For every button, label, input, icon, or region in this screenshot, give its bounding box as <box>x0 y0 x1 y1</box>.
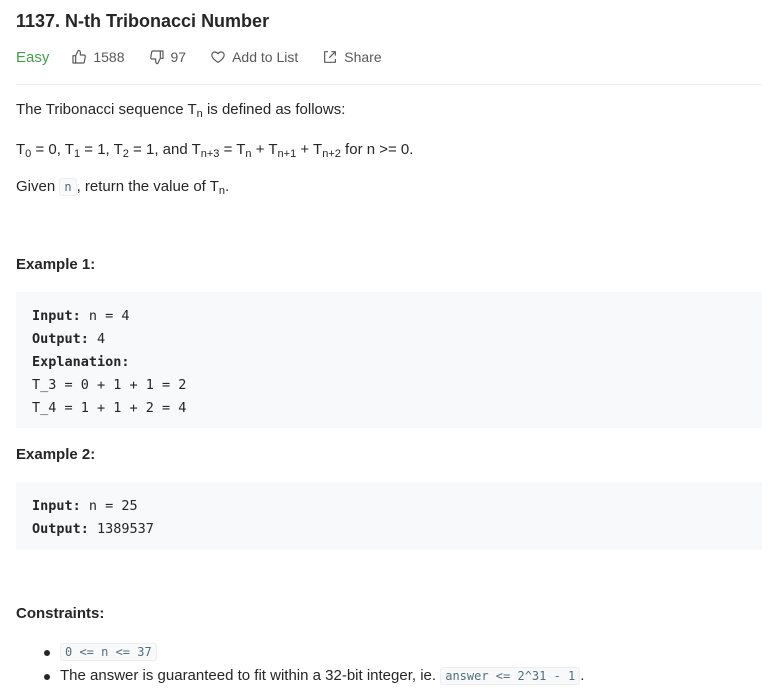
example-output-line: Output: 4 <box>32 328 746 351</box>
like-count: 1588 <box>93 49 125 65</box>
example-1-block: Input: n = 4 Output: 4 Explanation: T_3 … <box>16 292 762 428</box>
dislike-count: 97 <box>170 49 187 65</box>
output-value: 1389537 <box>88 521 154 537</box>
def-subscript: n+2 <box>322 148 341 160</box>
def-text: = 0, T <box>31 141 74 158</box>
problem-meta-bar: Easy 1588 97 Add to List Share <box>16 47 406 67</box>
explanation-line: T_3 = 0 + 1 + 1 = 2 <box>32 377 187 393</box>
example-input-line: Input: n = 25 <box>32 495 746 518</box>
def-subscript: n+3 <box>200 148 220 160</box>
def-text: T <box>16 141 26 158</box>
explanation-line: T_4 = 1 + 1 + 2 = 4 <box>32 400 187 416</box>
output-label: Output: <box>32 331 89 347</box>
explanation-label: Explanation: <box>32 354 130 370</box>
problem-description: 1137. N-th Tribonacci Number Easy 1588 9… <box>0 0 784 698</box>
share-label: Share <box>344 49 382 65</box>
constraint-text: . <box>580 667 585 684</box>
constraints-list: 0 <= n <= 37 The answer is guaranteed to… <box>16 640 584 688</box>
output-value: 4 <box>88 331 106 347</box>
given-text: , return the value of T <box>76 178 219 195</box>
add-to-list-label: Add to List <box>232 49 299 65</box>
heart-icon <box>211 51 225 63</box>
inline-code: answer <= 2^31 - 1 <box>440 667 581 685</box>
example-2-heading: Example 2: <box>16 446 96 463</box>
constraint-text: The answer is guaranteed to fit within a… <box>60 667 441 684</box>
difficulty-badge: Easy <box>16 48 50 66</box>
input-value: n = 25 <box>80 498 138 514</box>
def-text: = T <box>219 141 246 158</box>
example-explanation-line: Explanation: <box>32 351 746 374</box>
definition-paragraph: T0 = 0, T1 = 1, T2 = 1, and Tn+3 = Tn + … <box>16 141 413 160</box>
def-text: = 1, T <box>80 141 123 158</box>
example-1-heading: Example 1: <box>16 256 96 273</box>
constraints-heading: Constraints: <box>16 605 105 622</box>
like-button[interactable]: 1588 <box>71 49 125 65</box>
def-text: = 1, and T <box>128 141 201 158</box>
def-text: + T <box>251 141 278 158</box>
def-subscript: n+1 <box>277 148 297 160</box>
thumbs-up-icon <box>72 49 87 64</box>
problem-title: 1137. N-th Tribonacci Number <box>16 11 270 31</box>
intro-paragraph: The Tribonacci sequence Tn is defined as… <box>16 101 345 120</box>
given-text: . <box>225 178 230 195</box>
add-to-list-button[interactable]: Add to List <box>210 49 298 65</box>
constraint-item: 0 <= n <= 37 <box>16 640 584 664</box>
input-label: Input: <box>32 308 81 324</box>
inline-code: 0 <= n <= 37 <box>60 643 157 661</box>
share-button[interactable]: Share <box>322 49 382 65</box>
example-output-line: Output: 1389537 <box>32 518 746 541</box>
inline-code: n <box>59 178 77 196</box>
intro-text: The Tribonacci sequence T <box>16 101 197 118</box>
input-value: n = 4 <box>80 308 130 324</box>
header-divider <box>16 84 762 85</box>
def-text: + T <box>296 141 323 158</box>
constraint-item: The answer is guaranteed to fit within a… <box>16 664 584 688</box>
intro-rest: is defined as follows: <box>202 101 346 118</box>
share-icon <box>324 51 337 63</box>
dislike-button[interactable]: 97 <box>149 49 187 65</box>
example-2-block: Input: n = 25 Output: 1389537 <box>16 482 762 550</box>
example-input-line: Input: n = 4 <box>32 305 746 328</box>
input-label: Input: <box>32 498 81 514</box>
output-label: Output: <box>32 521 89 537</box>
thumbs-down-icon <box>149 50 164 65</box>
def-text: for n >= 0. <box>340 141 414 158</box>
given-paragraph: Given n, return the value of Tn. <box>16 178 229 197</box>
given-text: Given <box>16 178 60 195</box>
